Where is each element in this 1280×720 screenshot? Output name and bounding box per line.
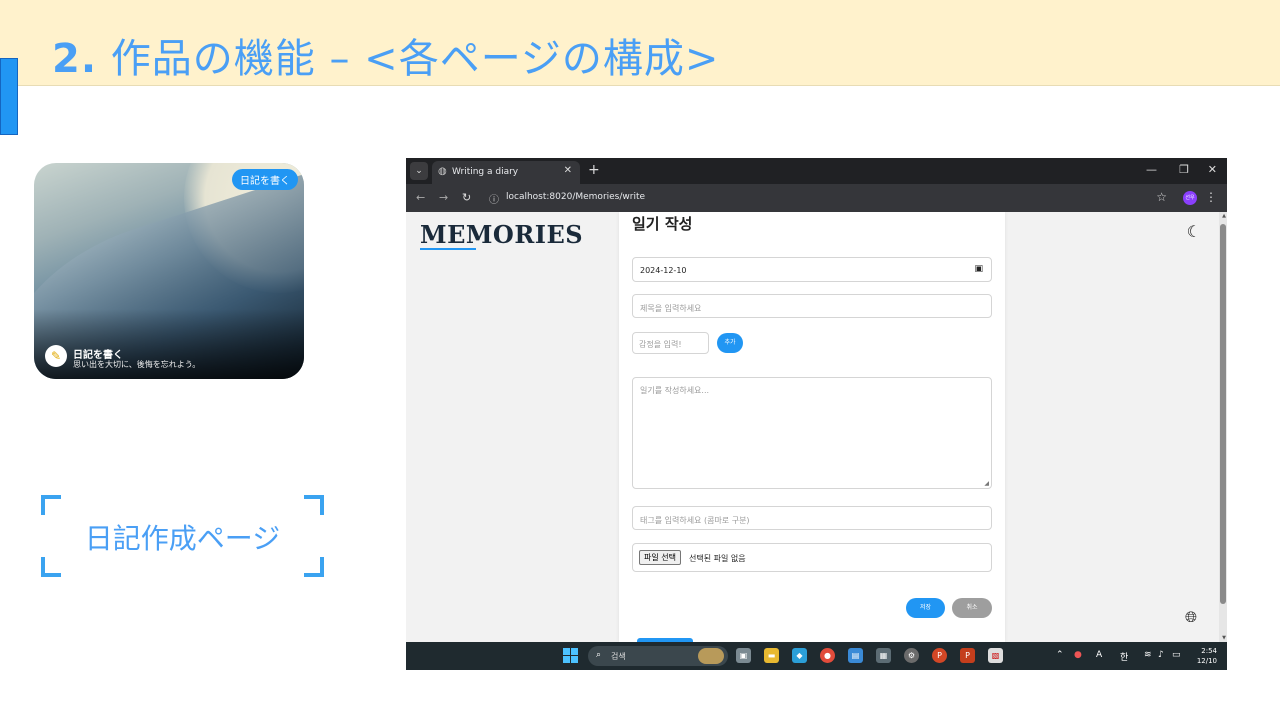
- task-view-icon[interactable]: ▣: [736, 648, 751, 663]
- scroll-down-icon[interactable]: ▼: [1222, 635, 1226, 641]
- file-input: 파일 선택 선택된 파일 없음: [632, 543, 992, 572]
- clock[interactable]: 2:54 12/10: [1197, 646, 1217, 666]
- tags-input[interactable]: 태그를 입력하세요 (콤마로 구분): [632, 506, 992, 530]
- browser-tab[interactable]: ◍ Writing a diary ✕: [432, 161, 580, 184]
- content-textarea[interactable]: 일기를 작성하세요... ◢: [632, 377, 992, 489]
- save-button[interactable]: 저장: [906, 598, 945, 618]
- scroll-thumb[interactable]: [1220, 224, 1226, 604]
- calculator-icon[interactable]: ▦: [876, 648, 891, 663]
- info-icon[interactable]: ⓘ: [489, 191, 499, 206]
- content-placeholder: 일기를 작성하세요...: [640, 386, 710, 395]
- file-select-button[interactable]: 파일 선택: [639, 550, 681, 565]
- bracket-corner: [304, 557, 324, 577]
- date-input[interactable]: 2024-12-10 ▣: [632, 257, 992, 282]
- address-bar: ← → ↻ ⓘ localhost:8020/Memories/write ☆ …: [406, 184, 1227, 212]
- add-emotion-button[interactable]: 추가: [717, 333, 743, 353]
- settings-gear-icon[interactable]: ⚙: [904, 648, 919, 663]
- minimize-icon[interactable]: —: [1146, 163, 1157, 176]
- notepad-icon[interactable]: ▤: [848, 648, 863, 663]
- tab-bar: ⌄ ◍ Writing a diary ✕ + — ❐ ✕: [406, 158, 1227, 184]
- file-status: 선택된 파일 없음: [689, 554, 746, 563]
- browser-window: ⌄ ◍ Writing a diary ✕ + — ❐ ✕ ← → ↻ ⓘ lo…: [406, 158, 1227, 670]
- pencil-icon: ✎: [45, 345, 67, 367]
- window-close-icon[interactable]: ✕: [1208, 163, 1217, 176]
- profile-avatar[interactable]: 선우: [1183, 191, 1197, 205]
- clock-date: 12/10: [1196, 657, 1217, 665]
- powerpoint-icon[interactable]: P: [932, 648, 947, 663]
- chrome-icon[interactable]: ●: [820, 648, 835, 663]
- tags-placeholder: 태그를 입력하세요 (콤마로 구분): [640, 516, 750, 525]
- slide-title: 2. 作品の機能 – <各ページの構成>: [52, 26, 719, 84]
- wifi-icon[interactable]: ≋: [1144, 650, 1152, 660]
- page-viewport: MEMORIES ☾ 🌐︎ 일기 작성 2024-12-10 ▣ 제목을 입력하…: [406, 212, 1219, 642]
- page-label-box: 日記作成ページ: [41, 495, 324, 577]
- scroll-up-icon[interactable]: ▲: [1222, 213, 1226, 219]
- write-form-panel: 일기 작성 2024-12-10 ▣ 제목을 입력하세요 감정을 입력! 추가 …: [619, 212, 1005, 642]
- bookmark-star-icon[interactable]: ☆: [1156, 190, 1167, 204]
- ime-language[interactable]: 한: [1120, 650, 1128, 663]
- calendar-icon[interactable]: ▣: [974, 264, 983, 274]
- language-globe-icon[interactable]: 🌐︎: [1185, 608, 1197, 626]
- resize-handle-icon[interactable]: ◢: [984, 480, 989, 487]
- clock-time: 2:54: [1201, 647, 1217, 655]
- url-field[interactable]: localhost:8020/Memories/write: [506, 192, 645, 202]
- write-diary-card: 日記を書く ✎ 日記を書く 思い出を大切に、後悔を忘れよう。: [34, 163, 304, 379]
- taskbar-search-label: 검색: [611, 652, 626, 661]
- forward-icon[interactable]: →: [439, 191, 448, 204]
- title-input[interactable]: 제목을 입력하세요: [632, 294, 992, 318]
- slide-title-text: 作品の機能 – <各ページの構成>: [97, 36, 720, 82]
- new-tab-icon[interactable]: +: [588, 162, 600, 178]
- back-icon[interactable]: ←: [416, 191, 425, 204]
- battery-icon[interactable]: ▭: [1172, 650, 1181, 660]
- slide-title-number: 2.: [52, 36, 98, 82]
- document-icon[interactable]: ▧: [988, 648, 1003, 663]
- date-value: 2024-12-10: [640, 266, 687, 275]
- windows-start-icon[interactable]: [563, 648, 578, 663]
- powerpoint-file-icon[interactable]: P: [960, 648, 975, 663]
- windows-taskbar: ⌕ 검색 ▣ ▬ ◆ ● ▤ ▦ ⚙ P P ▧ ⌃ ● A 한 ≋ ♪ ▭ 2…: [406, 642, 1227, 670]
- app-icon[interactable]: ◆: [792, 648, 807, 663]
- taskbar-search[interactable]: ⌕ 검색: [588, 646, 728, 666]
- ime-mode[interactable]: A: [1096, 650, 1102, 660]
- emotion-input[interactable]: 감정을 입력!: [632, 332, 709, 354]
- volume-icon[interactable]: ♪: [1158, 650, 1164, 660]
- form-heading: 일기 작성: [632, 215, 693, 233]
- logo-underline: [420, 248, 476, 250]
- search-icon: ⌕: [596, 650, 602, 660]
- restore-icon[interactable]: ❐: [1179, 163, 1189, 176]
- menu-kebab-icon[interactable]: ⋮: [1205, 190, 1217, 204]
- bracket-corner: [304, 495, 324, 515]
- emotion-placeholder: 감정을 입력!: [639, 340, 682, 349]
- file-explorer-icon[interactable]: ▬: [764, 648, 779, 663]
- tray-chevron-icon[interactable]: ⌃: [1056, 650, 1064, 660]
- tray-app-icon[interactable]: ●: [1074, 650, 1082, 660]
- card-subtitle: 思い出を大切に、後悔を忘れよう。: [73, 360, 201, 369]
- reload-icon[interactable]: ↻: [462, 191, 471, 204]
- tab-search-icon[interactable]: ⌄: [410, 162, 428, 180]
- title-placeholder: 제목을 입력하세요: [640, 304, 702, 313]
- bracket-corner: [41, 495, 61, 515]
- site-logo[interactable]: MEMORIES: [420, 220, 583, 249]
- page-scrollbar[interactable]: ▲ ▼: [1219, 212, 1227, 642]
- search-highlight-icon: [698, 648, 724, 664]
- close-icon[interactable]: ✕: [564, 165, 572, 176]
- cancel-button[interactable]: 취소: [952, 598, 992, 618]
- slide-header: 2. 作品の機能 – <各ページの構成>: [0, 0, 1280, 86]
- dark-mode-moon-icon[interactable]: ☾: [1187, 222, 1201, 241]
- card-write-button[interactable]: 日記を書く: [232, 169, 298, 190]
- page-label: 日記作成ページ: [84, 522, 281, 555]
- globe-icon: ◍: [438, 166, 447, 177]
- bracket-corner: [41, 557, 61, 577]
- accent-bar: [0, 58, 18, 135]
- tab-title: Writing a diary: [452, 167, 519, 177]
